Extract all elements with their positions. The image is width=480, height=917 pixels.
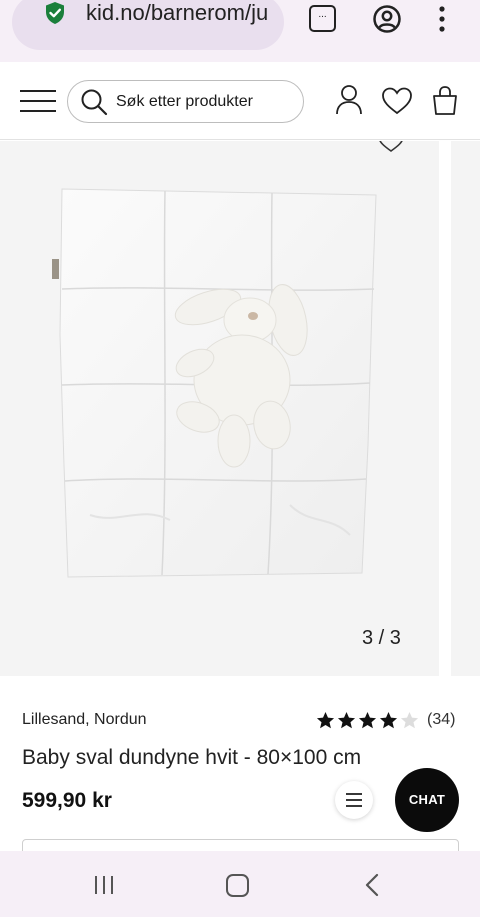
star-empty-icon [400, 711, 419, 728]
account-circle-icon[interactable] [372, 4, 402, 34]
rating-count: (34) [427, 711, 456, 728]
gallery-slide-next[interactable] [451, 141, 480, 676]
list-menu-button[interactable] [335, 781, 373, 819]
site-header: Søk etter produkter [0, 62, 480, 140]
system-nav-bar [0, 851, 480, 917]
product-image [52, 188, 377, 578]
home-icon[interactable] [226, 874, 249, 897]
address-bar[interactable]: kid.no/barnerom/ju [12, 0, 284, 50]
back-icon[interactable] [364, 873, 380, 897]
list-icon [346, 793, 362, 807]
browser-toolbar: kid.no/barnerom/ju ... [0, 0, 480, 62]
search-icon [81, 89, 108, 116]
star-filled-icon [316, 711, 335, 728]
gallery-counter: 3 / 3 [362, 627, 401, 649]
star-filled-icon [337, 711, 356, 728]
star-filled-icon [379, 711, 398, 728]
gallery-slide-current[interactable]: 3 / 3 [0, 141, 439, 676]
more-vert-icon[interactable] [436, 6, 448, 32]
url-text[interactable]: kid.no/barnerom/ju [86, 0, 276, 26]
star-filled-icon [358, 711, 377, 728]
shield-check-icon [46, 2, 64, 24]
wishlist-heart-icon[interactable] [376, 141, 406, 155]
shopping-bag-icon[interactable] [431, 84, 459, 116]
user-icon[interactable] [335, 84, 363, 116]
product-brand[interactable]: Lillesand, Nordun [22, 711, 147, 729]
tab-switcher-button[interactable]: ... [309, 5, 336, 32]
recent-apps-icon[interactable] [93, 876, 115, 894]
heart-icon[interactable] [381, 86, 413, 116]
product-title: Baby sval dundyne hvit - 80×100 cm [22, 746, 362, 769]
search-placeholder: Søk etter produkter [116, 93, 253, 110]
search-input[interactable]: Søk etter produkter [67, 80, 304, 123]
chat-button[interactable]: CHAT [395, 768, 459, 832]
hamburger-menu-icon[interactable] [19, 89, 57, 113]
product-price: 599,90 kr [22, 789, 112, 812]
product-rating[interactable]: (34) [316, 709, 455, 731]
product-gallery[interactable]: 3 / 3 [0, 141, 480, 676]
